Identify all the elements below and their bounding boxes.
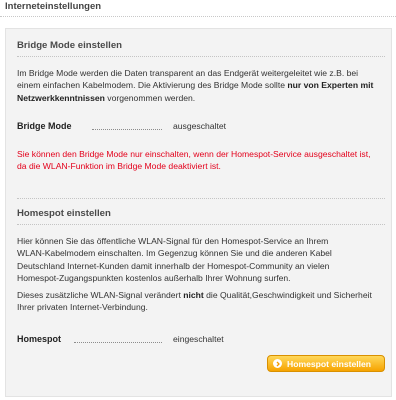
homespot-desc-line: Homespot-Zugangspunkten kostenlos außerh… [17,273,291,284]
bridge-description: Im Bridge Mode werden die Daten transpar… [17,67,389,104]
leader-dots [92,129,162,130]
bridge-status-label: Bridge Mode [17,121,72,131]
bridge-desc-line: einem einfachen Kabelmodem. Die Aktivier… [17,80,288,91]
section-divider [17,224,385,225]
page-title: Interneteinstellungen [5,1,102,12]
bridge-status-value: ausgeschaltet [173,121,227,131]
homespot-settings-button-label: Homespot einstellen [287,358,372,369]
bridge-desc-line: Im Bridge Mode werden die Daten transpar… [17,68,359,78]
warning-line: da die WLAN-Funktion im Bridge Mode deak… [17,161,221,172]
homespot-desc-line: Deutschland Internet-Kunden damit innerh… [17,260,330,271]
homespot-info-text: Dieses zusätzliche WLAN-Signal verändert [17,290,184,300]
homespot-info: Dieses zusätzliche WLAN-Signal verändert… [17,289,389,314]
section-divider [17,198,385,199]
homespot-status-label: Homespot [17,334,62,344]
chevron-right-icon [273,359,282,368]
bridge-section-title: Bridge Mode einstellen [17,40,123,51]
leader-dots [74,342,162,343]
title-divider [0,16,396,17]
bridge-desc-emphasis: nur von Experten mit [287,80,374,91]
homespot-info-text: Ihrer privaten Internet-Verbindung. [17,302,148,313]
homespot-info-text: die Qualität,Geschwindigkeit und Sicherh… [203,290,372,300]
homespot-info-emphasis: nicht [183,290,204,300]
homespot-description: Hier können Sie das öffentliche WLAN-Sig… [17,235,389,285]
homespot-section-title: Homespot einstellen [17,208,111,219]
bridge-warning: Sie können den Bridge Mode nur einschalt… [17,148,389,173]
homespot-status-value: eingeschaltet [173,334,224,344]
section-divider [17,56,385,57]
homespot-desc-line: Hier können Sie das öffentliche WLAN-Sig… [17,236,329,246]
bridge-desc-tail: vorgenommen werden. [104,92,196,103]
homespot-desc-line: WLAN-Kabelmodem einschalten. Im Gegenzug… [17,248,332,259]
homespot-status-row: Homespot eingeschaltet [17,334,317,346]
bridge-desc-emphasis: Netzwerkkenntnissen [17,92,105,103]
bridge-status-row: Bridge Mode ausgeschaltet [17,121,317,133]
warning-line: Sie können den Bridge Mode nur einschalt… [17,149,371,159]
homespot-settings-button[interactable]: Homespot einstellen [267,355,385,372]
